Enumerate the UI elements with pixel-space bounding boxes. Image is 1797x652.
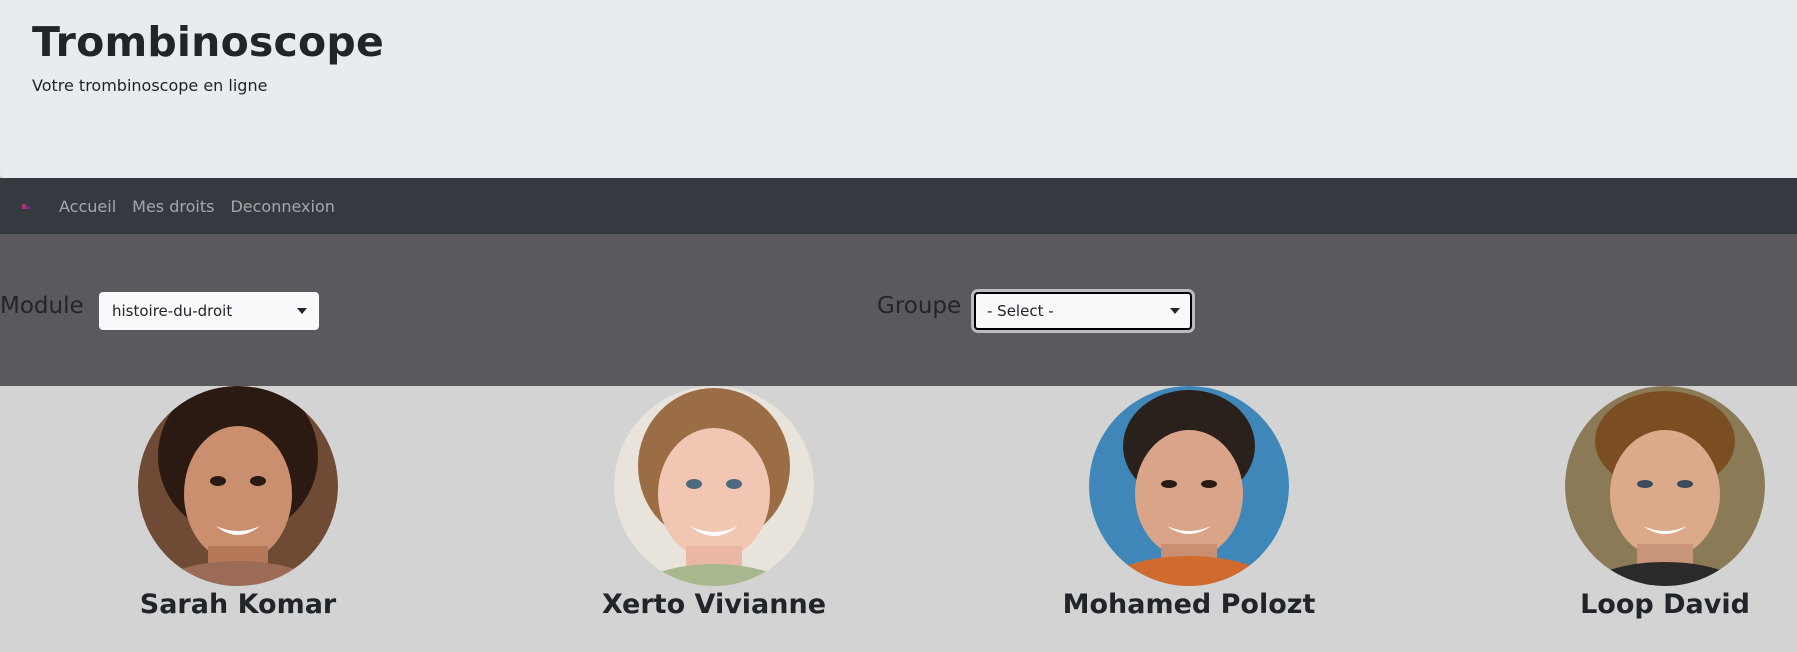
- student-name: Xerto Vivianne: [601, 589, 827, 620]
- brand-icon[interactable]: [22, 204, 30, 209]
- chevron-down-icon: [297, 308, 307, 314]
- nav-links: Accueil Mes droits Deconnexion: [59, 178, 351, 234]
- module-select-value: histoire-du-droit: [112, 302, 233, 320]
- nav-link-accueil[interactable]: Accueil: [59, 197, 116, 216]
- avatar-photo-icon: [138, 386, 338, 586]
- student-name: Loop David: [1580, 589, 1750, 620]
- student-card[interactable]: Sarah Komar: [78, 386, 398, 620]
- avatar-photo-icon: [614, 386, 814, 586]
- student-card[interactable]: Loop David: [1505, 386, 1797, 620]
- nav-link-mes-droits[interactable]: Mes droits: [132, 197, 214, 216]
- avatar-photo-icon: [1089, 386, 1289, 586]
- main-navbar: Accueil Mes droits Deconnexion: [0, 178, 1797, 234]
- student-name: Sarah Komar: [139, 589, 337, 620]
- student-card[interactable]: Mohamed Polozt: [1029, 386, 1349, 620]
- student-name: Mohamed Polozt: [1062, 589, 1316, 620]
- chevron-down-icon: [1170, 308, 1180, 314]
- student-card[interactable]: Xerto Vivianne: [554, 386, 874, 620]
- header-banner: Trombinoscope Votre trombinoscope en lig…: [0, 0, 1797, 178]
- groupe-label: Groupe: [877, 293, 962, 319]
- module-label: Module: [0, 293, 84, 319]
- groupe-select[interactable]: - Select -: [974, 292, 1192, 330]
- module-select[interactable]: histoire-du-droit: [99, 292, 319, 330]
- avatar-photo-icon: [1565, 386, 1765, 586]
- nav-link-deconnexion[interactable]: Deconnexion: [230, 197, 334, 216]
- page-title: Trombinoscope: [32, 18, 384, 66]
- page-subtitle: Votre trombinoscope en ligne: [32, 76, 268, 95]
- groupe-select-value: - Select -: [987, 302, 1054, 320]
- students-grid: Sarah Komar Xerto Vivianne Mohamed Poloz…: [0, 386, 1797, 652]
